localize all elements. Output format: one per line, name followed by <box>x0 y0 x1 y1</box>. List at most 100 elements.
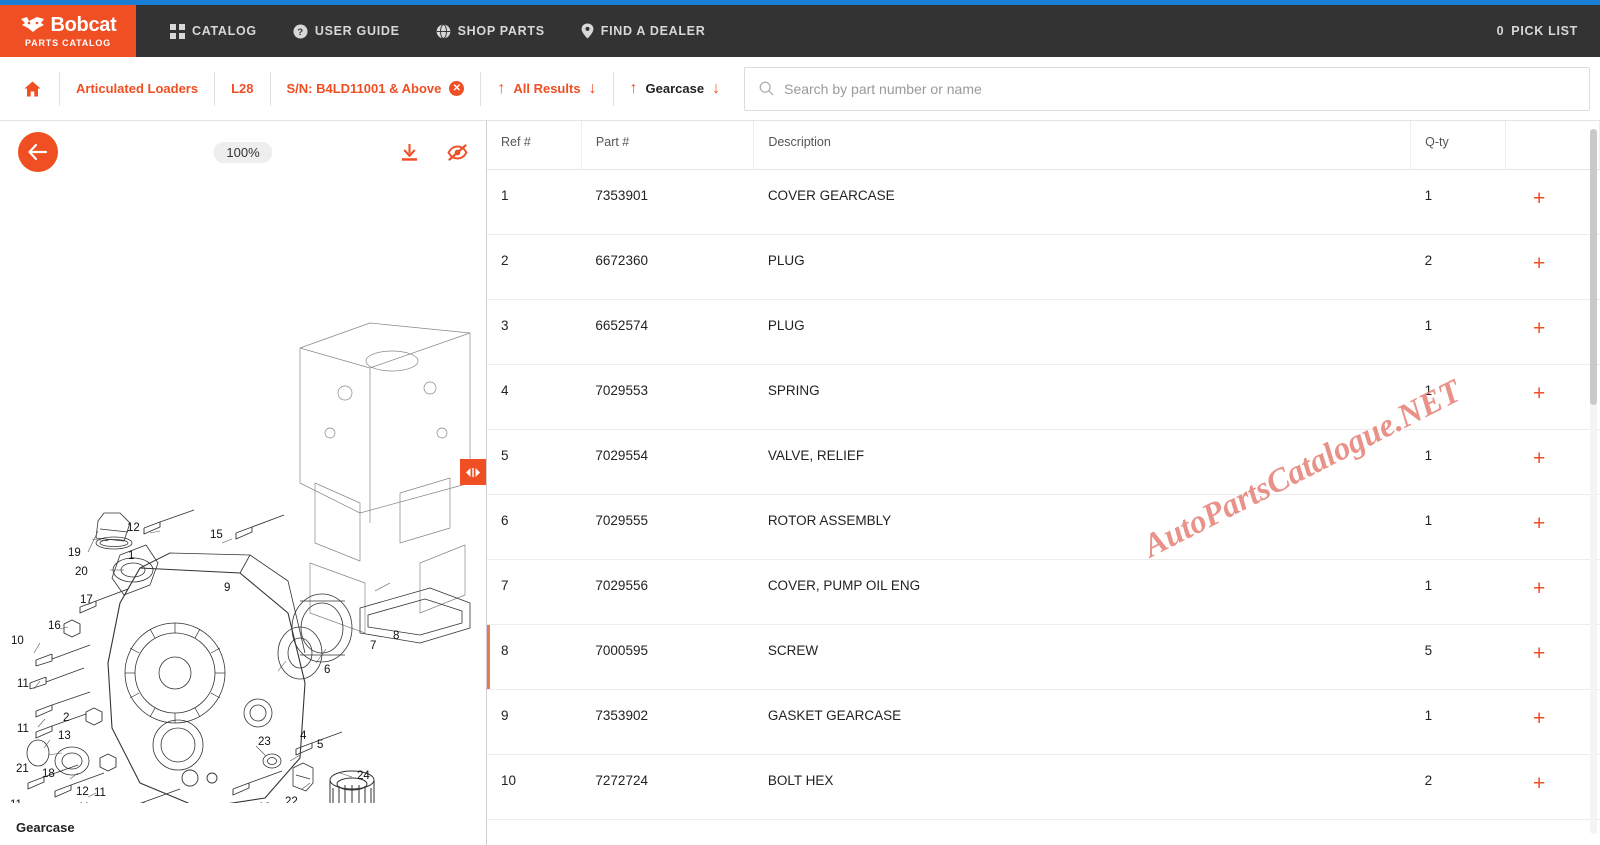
callout-22: 22 <box>285 796 298 803</box>
breadcrumb: Articulated Loaders L28 S/N: B4LD11001 &… <box>0 57 1600 121</box>
table-row[interactable]: 5 7029554 VALVE, RELIEF 1 + <box>487 429 1600 495</box>
callout-17: 17 <box>80 594 93 606</box>
cell-part-number: 7029554 <box>581 429 754 495</box>
search-input[interactable] <box>784 80 1575 97</box>
panel-splitter-handle[interactable] <box>460 459 486 485</box>
download-icon <box>401 143 418 161</box>
plus-icon[interactable]: + <box>1519 188 1545 209</box>
breadcrumb-label: L28 <box>231 81 254 96</box>
callout-19: 19 <box>68 547 81 559</box>
callout-23: 23 <box>258 736 271 748</box>
viewer-tool-icons <box>400 143 468 162</box>
nav-item-catalog[interactable]: CATALOG <box>152 5 275 57</box>
table-row[interactable]: 1 7353901 COVER GEARCASE 1 + <box>487 169 1600 235</box>
cell-ref: 8 <box>487 624 582 690</box>
diagram-viewer-panel: 100% 12 15 19 1 20 9 17 16 10 8 7 6 11 2… <box>0 121 487 845</box>
table-row[interactable]: 9 7353902 GASKET GEARCASE 1 + <box>487 689 1600 755</box>
plus-icon[interactable]: + <box>1519 708 1545 729</box>
cell-part-number: 7029556 <box>581 559 754 625</box>
cell-ref: 3 <box>487 299 582 365</box>
column-header-part[interactable]: Part # <box>581 121 755 170</box>
plus-icon[interactable]: + <box>1519 643 1545 664</box>
callout-4: 4 <box>300 730 307 742</box>
breadcrumb-label: All Results <box>513 81 581 96</box>
cell-description: PLUG <box>753 234 1411 300</box>
nav-item-find-a-dealer[interactable]: FIND A DEALER <box>563 5 724 57</box>
callout-13: 13 <box>58 730 71 742</box>
prev-arrow-up-icon[interactable]: ↑ <box>497 80 505 97</box>
callout-12: 12 <box>127 522 140 534</box>
search-bar[interactable] <box>744 66 1590 111</box>
cell-description: VALVE, RELIEF <box>753 429 1411 495</box>
cell-add: + <box>1505 559 1600 625</box>
breadcrumb-item-l28[interactable]: L28 <box>215 71 271 106</box>
callout-8: 8 <box>393 630 399 642</box>
plus-icon[interactable]: + <box>1519 318 1545 339</box>
breadcrumb-item-articulated-loaders[interactable]: Articulated Loaders <box>60 71 216 106</box>
table-row[interactable]: 3 6652574 PLUG 1 + <box>487 299 1600 365</box>
cell-description: BOLT HEX <box>753 754 1411 820</box>
callout-18: 18 <box>42 768 55 780</box>
map-pin-icon <box>581 23 594 39</box>
table-scrollbar[interactable] <box>1590 129 1597 834</box>
plus-icon[interactable]: + <box>1519 773 1545 794</box>
prev-arrow-up-icon[interactable]: ↑ <box>630 80 638 97</box>
hide-hotspots-button[interactable] <box>447 143 468 161</box>
plus-icon[interactable]: + <box>1519 253 1545 274</box>
table-row[interactable]: 4 7029553 SPRING 1 + <box>487 364 1600 430</box>
pick-list-button[interactable]: 0 PICK LIST <box>1475 5 1600 57</box>
column-header-description[interactable]: Description <box>753 121 1412 170</box>
cell-part-number: 7000595 <box>581 624 754 690</box>
breadcrumb-remove-icon[interactable]: ✕ <box>449 81 465 96</box>
nav-item-shop-parts-label: SHOP PARTS <box>457 24 545 38</box>
breadcrumb-item-gearcase[interactable]: ↑ Gearcase ↓ <box>614 72 737 106</box>
cell-add: + <box>1505 754 1600 820</box>
cell-qty: 1 <box>1410 429 1506 495</box>
plus-icon[interactable]: + <box>1519 448 1545 469</box>
table-row[interactable]: 2 6672360 PLUG 2 + <box>487 234 1600 300</box>
plus-icon[interactable]: + <box>1519 383 1545 404</box>
nav-item-user-guide[interactable]: ? USER GUIDE <box>275 5 418 57</box>
bobcat-logo[interactable]: Bobcat PARTS CATALOG <box>0 5 136 57</box>
exploded-parts-diagram[interactable]: 12 15 19 1 20 9 17 16 10 8 7 6 11 2 11 1… <box>0 183 486 804</box>
callout-16: 16 <box>48 620 61 632</box>
next-arrow-down-icon[interactable]: ↓ <box>589 80 597 97</box>
breadcrumb-item-all-results[interactable]: ↑ All Results ↓ <box>481 71 614 106</box>
table-scrollbar-thumb[interactable] <box>1590 129 1597 405</box>
cell-part-number: 7353901 <box>581 169 754 235</box>
question-circle-icon: ? <box>293 23 308 39</box>
cell-qty: 1 <box>1410 494 1506 560</box>
cell-add: + <box>1505 429 1600 495</box>
cell-description: ROTOR ASSEMBLY <box>753 494 1411 560</box>
cell-qty: 1 <box>1410 559 1506 625</box>
breadcrumb-home[interactable] <box>4 71 60 106</box>
column-header-qty[interactable]: Q-ty <box>1410 121 1506 170</box>
plus-icon[interactable]: + <box>1519 578 1545 599</box>
download-button[interactable] <box>400 143 419 162</box>
callout-2: 2 <box>63 712 69 724</box>
table-row[interactable]: 8 7000595 SCREW 5 + <box>487 624 1600 690</box>
breadcrumb-item-serial-number[interactable]: S/N: B4LD11001 & Above ✕ <box>271 71 482 106</box>
back-button[interactable] <box>18 132 58 172</box>
cell-add: + <box>1505 624 1600 690</box>
svg-text:?: ? <box>297 26 303 36</box>
diagram-title: Gearcase <box>16 819 75 835</box>
next-arrow-down-icon[interactable]: ↓ <box>712 80 720 97</box>
cell-qty: 1 <box>1410 299 1506 365</box>
plus-icon[interactable]: + <box>1519 513 1545 534</box>
brand-subtitle: PARTS CATALOG <box>25 37 111 48</box>
pick-list-label: PICK LIST <box>1511 24 1578 38</box>
column-header-ref[interactable]: Ref # <box>487 121 582 170</box>
callout-20: 20 <box>75 566 88 578</box>
table-row[interactable]: 6 7029555 ROTOR ASSEMBLY 1 + <box>487 494 1600 560</box>
callout-7: 7 <box>370 640 376 652</box>
nav-item-shop-parts[interactable]: SHOP PARTS <box>418 5 563 57</box>
cell-ref: 10 <box>487 754 582 820</box>
table-row[interactable]: 7 7029556 COVER, PUMP OIL ENG 1 + <box>487 559 1600 625</box>
table-row[interactable]: 10 7272724 BOLT HEX 2 + <box>487 754 1600 820</box>
breadcrumb-label: Articulated Loaders <box>76 81 199 96</box>
viewer-toolbar: 100% <box>0 121 486 183</box>
cell-part-number: 7029555 <box>581 494 754 560</box>
cell-ref: 9 <box>487 689 582 755</box>
cell-qty: 5 <box>1410 624 1506 690</box>
